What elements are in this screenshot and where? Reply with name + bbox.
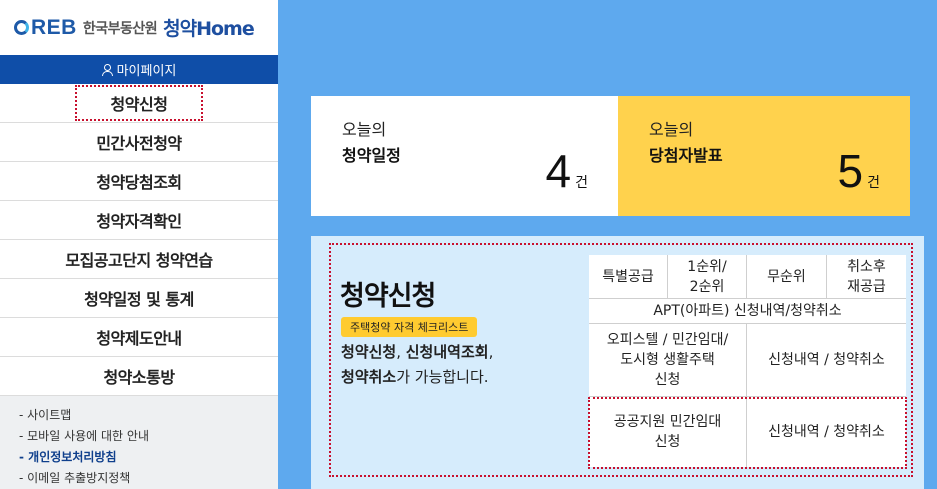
desc-strong: 청약취소	[341, 368, 397, 386]
reb-logo-icon: REB	[14, 16, 77, 40]
officetel-history-cancel-link[interactable]: 신청내역 / 청약취소	[747, 324, 906, 396]
logo-org-name: 한국부동산원	[82, 20, 158, 37]
card-title: 청약일정	[342, 146, 401, 165]
person-icon	[101, 64, 113, 76]
count-number: 5	[837, 145, 864, 197]
site-logo[interactable]: REB 한국부동산원 청약Home	[0, 0, 278, 55]
menu-item-eligibility-check[interactable]: 청약자격확인	[0, 201, 278, 240]
menu-label: 청약일정 및 통계	[84, 290, 194, 309]
mobile-guide-link[interactable]: - 모바일 사용에 대한 안내	[19, 426, 278, 447]
menu-label: 청약제도안내	[96, 329, 182, 348]
card-small-label: 오늘의	[342, 120, 387, 139]
menu-item-schedule-stats[interactable]: 청약일정 및 통계	[0, 279, 278, 318]
grid-row: 공공지원 민간임대 신청 신청내역 / 청약취소	[589, 397, 906, 467]
card-count: 5 건	[838, 148, 880, 194]
menu-item-winner-lookup[interactable]: 청약당첨조회	[0, 162, 278, 201]
grid-row: APT(아파트) 신청내역/청약취소	[589, 299, 906, 324]
menu-label: 민간사전청약	[96, 134, 182, 153]
count-unit: 건	[867, 175, 880, 191]
menu-item-system-guide[interactable]: 청약제도안내	[0, 318, 278, 357]
officetel-apply-button[interactable]: 오피스텔 / 민간임대/ 도시형 생활주택 신청	[589, 324, 747, 396]
footer-links: - 사이트맵 - 모바일 사용에 대한 안내 - 개인정보처리방침 - 이메일 …	[0, 396, 278, 489]
mypage-button[interactable]: 마이페이지	[0, 55, 278, 84]
count-unit: 건	[575, 175, 588, 191]
count-number: 4	[545, 145, 572, 197]
logo-app-name: 청약Home	[163, 18, 255, 40]
menu-label: 청약당첨조회	[96, 173, 182, 192]
today-schedule-card[interactable]: 오늘의 청약일정 4 건	[311, 96, 618, 216]
re-supply-button[interactable]: 취소후 재공급	[827, 255, 906, 298]
desc-strong: 청약신청	[341, 343, 397, 361]
menu-item-community[interactable]: 청약소통방	[0, 357, 278, 396]
application-grid: 특별공급 1순위/ 2순위 무순위 취소후 재공급 APT(아파트) 신청내역/…	[589, 255, 906, 467]
panel-title: 청약신청	[340, 281, 436, 312]
rank-1-2-button[interactable]: 1순위/ 2순위	[668, 255, 747, 298]
privacy-policy-link[interactable]: - 개인정보처리방침	[19, 447, 278, 468]
card-count: 4 건	[546, 148, 588, 194]
desc-text: ,	[396, 343, 406, 361]
menu-label: 청약신청	[74, 85, 204, 121]
desc-strong: 신청내역조회	[405, 343, 489, 361]
public-rental-history-cancel-link[interactable]: 신청내역 / 청약취소	[747, 397, 906, 467]
special-supply-button[interactable]: 특별공급	[589, 255, 668, 298]
grid-row: 특별공급 1순위/ 2순위 무순위 취소후 재공급	[589, 255, 906, 299]
public-rental-apply-button[interactable]: 공공지원 민간임대 신청	[589, 397, 747, 467]
sidebar: REB 한국부동산원 청약Home 마이페이지 청약신청 민간사전청약 청약당첨…	[0, 0, 278, 489]
desc-text: ,	[488, 343, 494, 361]
menu-item-application[interactable]: 청약신청	[0, 84, 278, 123]
desc-text: 가 가능합니다.	[396, 368, 489, 386]
mypage-label: 마이페이지	[116, 64, 177, 79]
sidebar-menu: 청약신청 민간사전청약 청약당첨조회 청약자격확인 모집공고단지 청약연습 청약…	[0, 84, 278, 396]
grid-row: 오피스텔 / 민간임대/ 도시형 생활주택 신청 신청내역 / 청약취소	[589, 324, 906, 397]
no-rank-button[interactable]: 무순위	[747, 255, 827, 298]
menu-label: 청약소통방	[103, 368, 175, 387]
apt-history-cancel-link[interactable]: APT(아파트) 신청내역/청약취소	[589, 299, 906, 323]
card-title: 당첨자발표	[649, 146, 723, 165]
today-winners-card[interactable]: 오늘의 당첨자발표 5 건	[618, 96, 910, 216]
menu-item-private-pre-subscription[interactable]: 민간사전청약	[0, 123, 278, 162]
menu-label: 모집공고단지 청약연습	[65, 251, 213, 270]
panel-description: 청약신청, 신청내역조회, 청약취소가 가능합니다.	[341, 340, 576, 390]
card-small-label: 오늘의	[649, 120, 694, 139]
checklist-badge[interactable]: 주택청약 자격 체크리스트	[341, 317, 478, 337]
menu-label: 청약자격확인	[96, 212, 182, 231]
email-policy-link[interactable]: - 이메일 추출방지정책	[19, 468, 278, 489]
menu-item-practice[interactable]: 모집공고단지 청약연습	[0, 240, 278, 279]
sitemap-link[interactable]: - 사이트맵	[19, 405, 278, 426]
